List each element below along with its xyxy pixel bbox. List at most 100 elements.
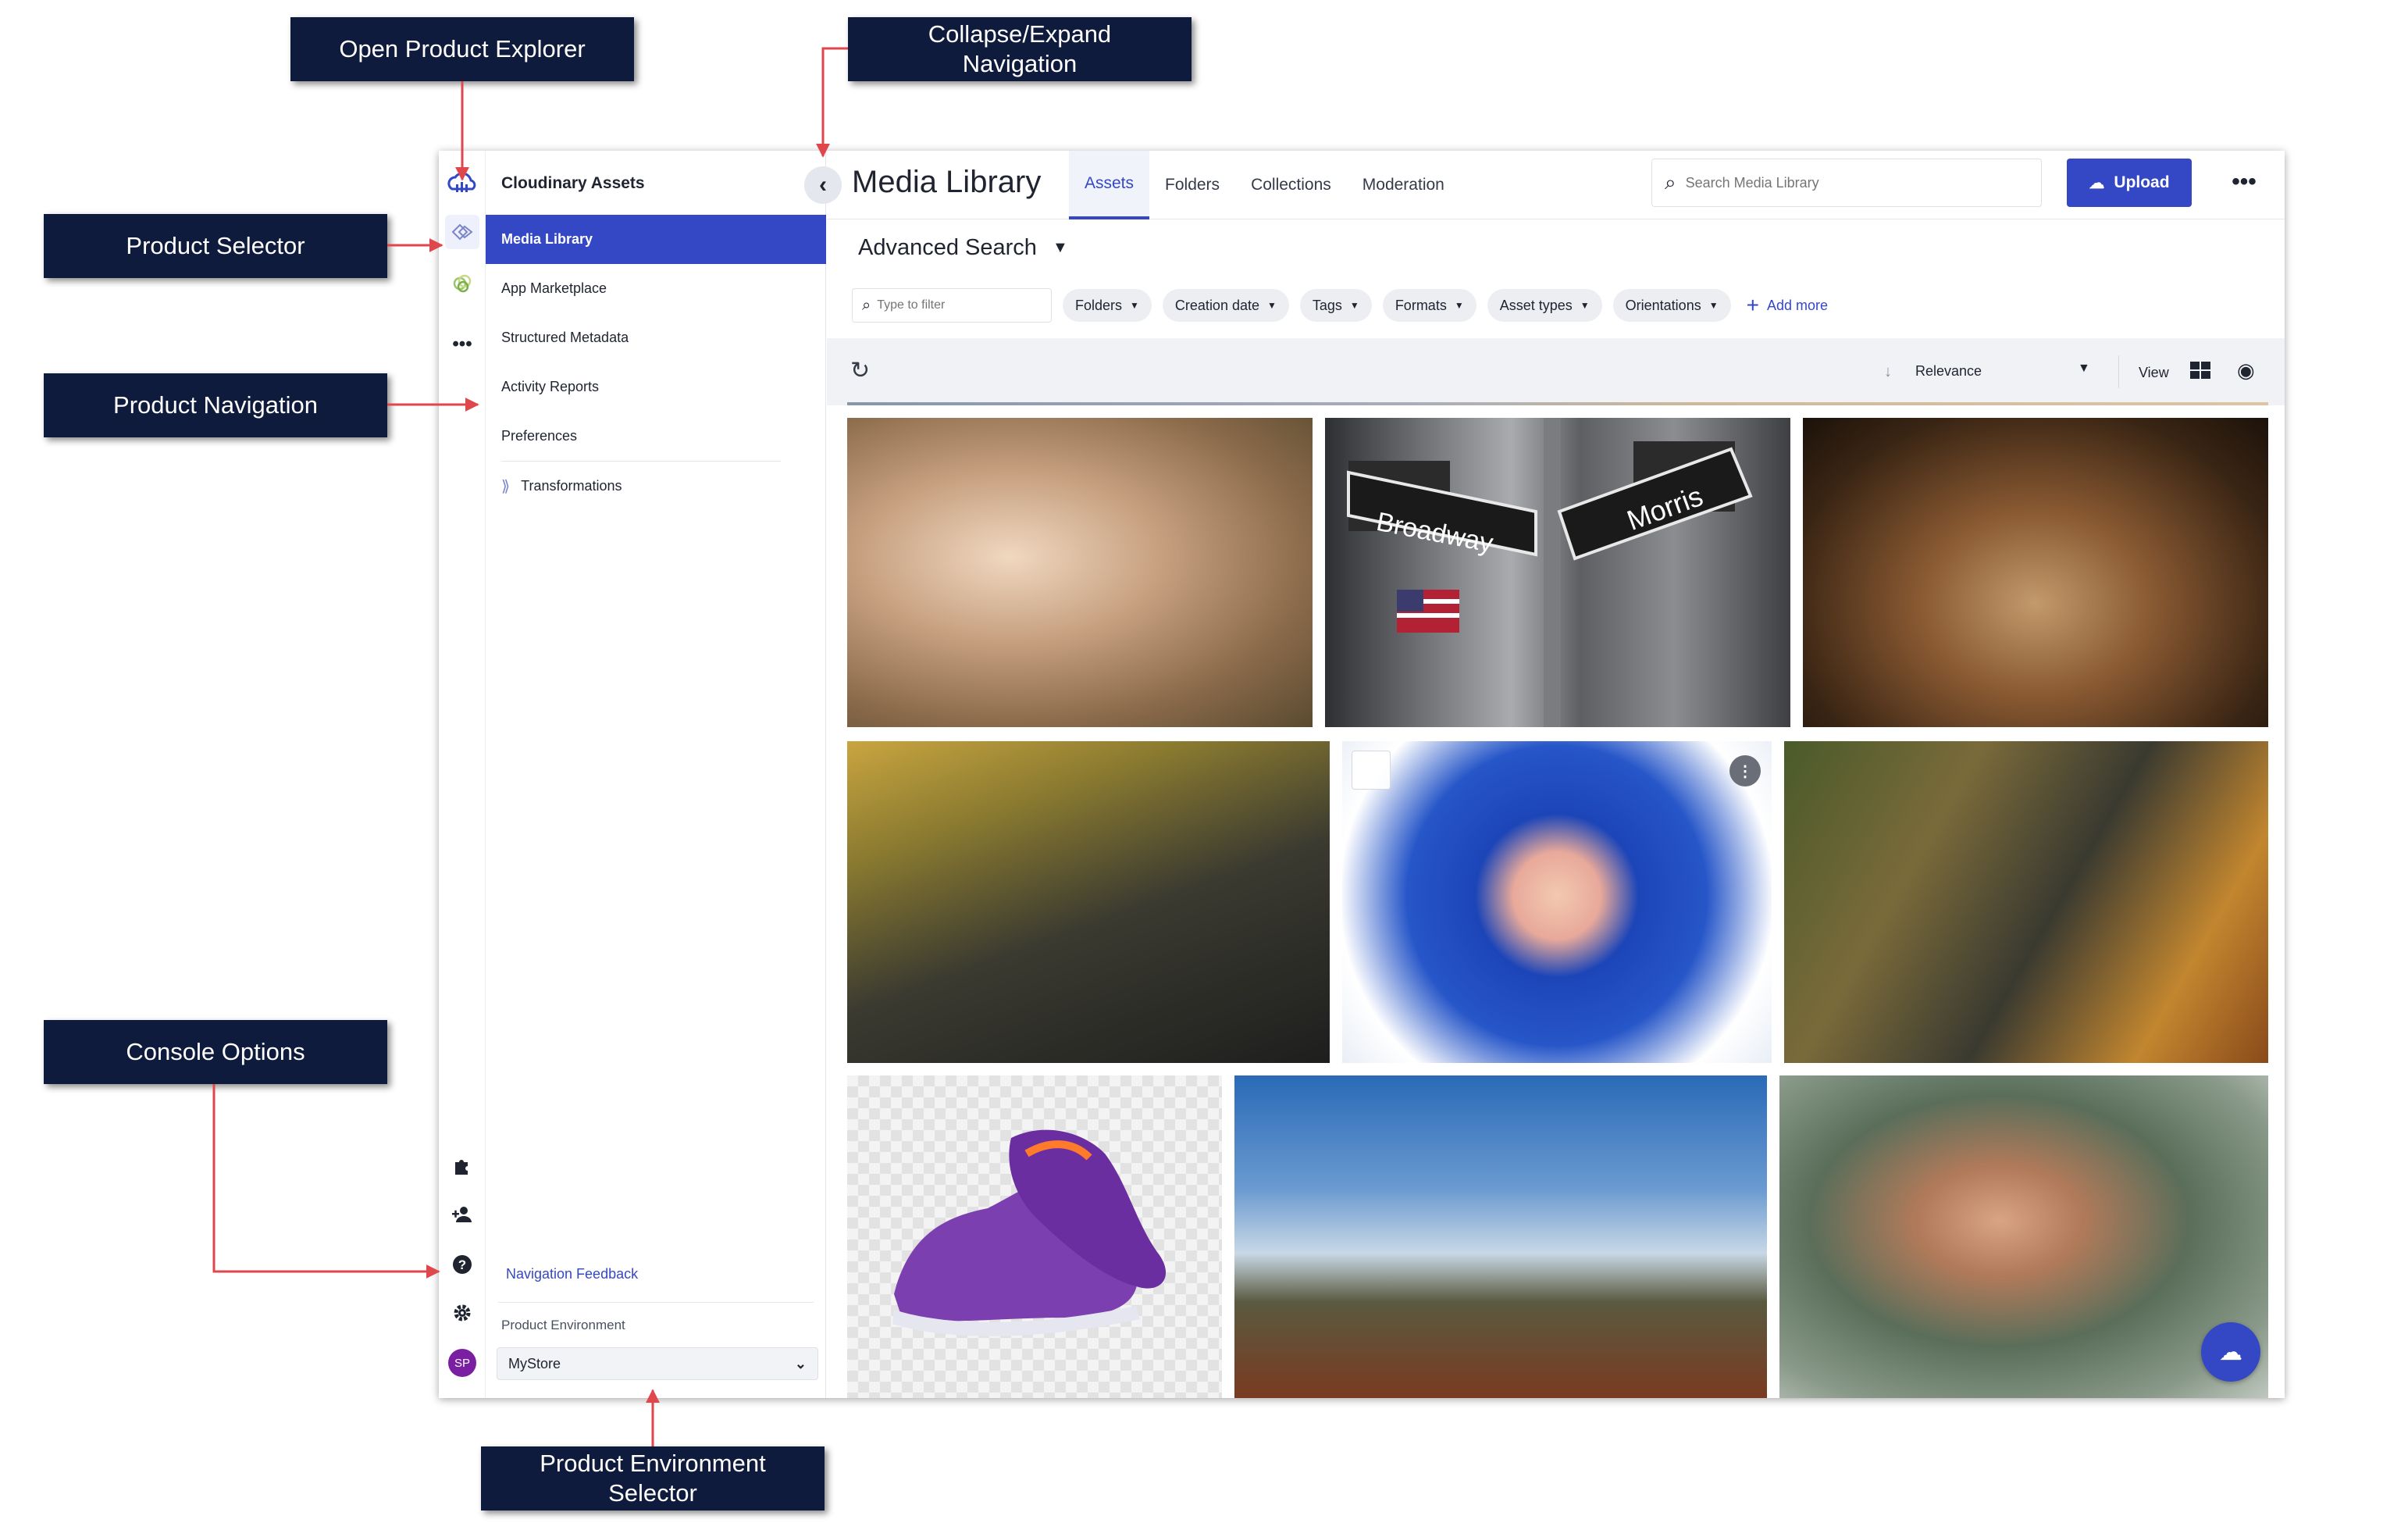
search-input[interactable] [1685,174,2014,191]
filter-bar: ⌕ Folders ▼ Creation date ▼ Tags ▼ Formats ▼… [852,288,1828,323]
add-more-filters-button[interactable]: + Add more [1747,293,1828,318]
caret-down-icon: ▼ [1349,300,1359,311]
chip-label: Tags [1312,297,1342,313]
filter-box: ⌕ [852,288,1052,323]
product-rail: ••• ? SP [439,151,486,1398]
product-selector-media-icon[interactable] [445,215,479,249]
product-explorer-logo-icon[interactable] [445,165,479,199]
cloud-logo-icon [447,172,476,192]
callout-product-environment-selector: Product Environment Selector [481,1446,825,1511]
arrow-console-options [212,1084,440,1279]
filter-chip-tags[interactable]: Tags ▼ [1299,289,1372,322]
previous-row-strip [847,402,2268,405]
question-circle-icon: ? [453,1255,472,1274]
diamond-chevrons-icon [451,223,473,241]
plus-icon: + [1746,293,1759,317]
nav-list: Media Library App Marketplace Structured… [486,215,826,511]
asset-tile-selected[interactable]: ⋮ [1342,741,1772,1063]
sneakers-image [892,1129,1167,1336]
product-environment-label: Product Environment [501,1318,625,1332]
caret-down-icon: ▼ [1267,300,1277,311]
callout-collapse-expand-navigation: Collapse/Expand Navigation [848,17,1192,81]
more-options-button[interactable]: ••• [2225,165,2264,199]
filter-input[interactable] [877,298,1034,312]
gear-icon [454,1304,471,1321]
add-more-label: Add more [1766,297,1829,313]
upload-button[interactable]: ☁ Upload [2067,159,2192,207]
asset-menu-button[interactable]: ⋮ [1729,755,1761,786]
puzzle-icon[interactable] [445,1149,479,1183]
sort-select[interactable]: Relevance [1915,363,1982,380]
asset-tile[interactable] [1803,418,2268,727]
transformations-icon: ⟫ [501,478,511,495]
tab-folders[interactable]: Folders [1149,151,1235,219]
chip-label: Asset types [1499,297,1573,313]
tab-collections[interactable]: Collections [1235,151,1347,219]
asset-tile[interactable] [847,741,1330,1063]
more-products-icon[interactable]: ••• [445,327,479,362]
view-label: View [2139,365,2169,380]
eye-icon[interactable]: ◉ [2237,358,2255,383]
caret-down-icon: ▼ [1454,300,1464,311]
chip-label: Folders [1075,297,1123,313]
person-plus-icon [452,1207,472,1222]
arrow-collapse-expand [816,47,848,158]
user-avatar[interactable]: SP [448,1349,476,1377]
caret-down-icon: ▼ [1580,300,1590,311]
nav-item-structured-metadata[interactable]: Structured Metadata [486,313,826,362]
product-environment-select[interactable]: MyStore ⌄ [497,1347,818,1380]
callout-open-product-explorer: Open Product Explorer [290,17,634,81]
tab-bar: Assets Folders Collections Moderation [1069,151,1460,219]
asset-tile[interactable] [847,418,1313,727]
cloud-upload-icon: ☁ [2089,174,2105,192]
caret-down-icon: ▼ [1052,239,1068,256]
env-divider [498,1302,814,1303]
navigation-feedback-link[interactable]: Navigation Feedback [506,1266,638,1282]
nav-item-media-library[interactable]: Media Library [486,215,826,264]
nav-item-app-marketplace[interactable]: App Marketplace [486,264,826,313]
toolbar-divider [2118,355,2119,388]
asset-tile[interactable] [847,1075,1222,1398]
app-window: ••• ? SP Cloudinary Assets Media Library… [439,151,2285,1398]
advanced-search-toggle[interactable]: Advanced Search ▼ [858,235,1068,261]
extension-icon [455,1160,468,1175]
filter-chip-folders[interactable]: Folders ▼ [1063,289,1152,322]
add-user-icon[interactable] [445,1197,479,1232]
filter-chip-formats[interactable]: Formats ▼ [1382,289,1477,322]
callout-product-selector: Product Selector [44,214,387,278]
filter-chip-creation-date[interactable]: Creation date ▼ [1162,289,1289,322]
asset-tile[interactable] [1784,741,2268,1063]
refresh-icon[interactable]: ↻ [850,357,870,384]
asset-tile[interactable] [1779,1075,2268,1398]
asset-checkbox[interactable] [1352,751,1391,790]
help-icon[interactable]: ? [445,1247,479,1282]
asset-tile[interactable] [1234,1075,1767,1398]
sort-direction-icon[interactable]: ↓ [1884,363,1892,381]
chip-label: Creation date [1174,297,1259,313]
transformations-label: Transformations [521,478,622,494]
nav-item-preferences[interactable]: Preferences [486,412,826,461]
chevron-down-icon: ⌄ [794,1355,807,1371]
asset-tile[interactable]: Broadway Morris [1325,418,1790,727]
nav-item-activity-reports[interactable]: Activity Reports [486,362,826,412]
chevron-left-icon: ‹ [819,172,827,198]
results-toolbar: ↻ ↓ Relevance ▼ View ◉ [827,338,2285,405]
tab-assets[interactable]: Assets [1069,151,1150,219]
search-icon: ⌕ [1665,170,1676,194]
main-content: Media Library Assets Folders Collections… [827,151,2285,1398]
caret-down-icon: ▼ [1708,300,1719,311]
nav-title: Cloudinary Assets [501,174,645,192]
callout-product-navigation: Product Navigation [44,373,387,437]
settings-gear-icon[interactable] [445,1296,479,1330]
product-explorer-floating-button[interactable]: ☁ [2201,1322,2260,1382]
product-navigation-panel: Cloudinary Assets Media Library App Mark… [486,151,826,1398]
search-icon: ⌕ [862,296,871,314]
product-selector-assets-icon[interactable] [445,266,479,301]
chip-label: Formats [1395,297,1447,313]
tab-moderation[interactable]: Moderation [1347,151,1460,219]
caret-down-icon[interactable]: ▼ [2078,362,2090,376]
filter-chip-asset-types[interactable]: Asset types ▼ [1487,289,1602,322]
grid-view-icon[interactable] [2190,362,2210,379]
filter-chip-orientations[interactable]: Orientations ▼ [1612,289,1731,322]
nav-item-transformations[interactable]: ⟫ Transformations [486,462,826,511]
